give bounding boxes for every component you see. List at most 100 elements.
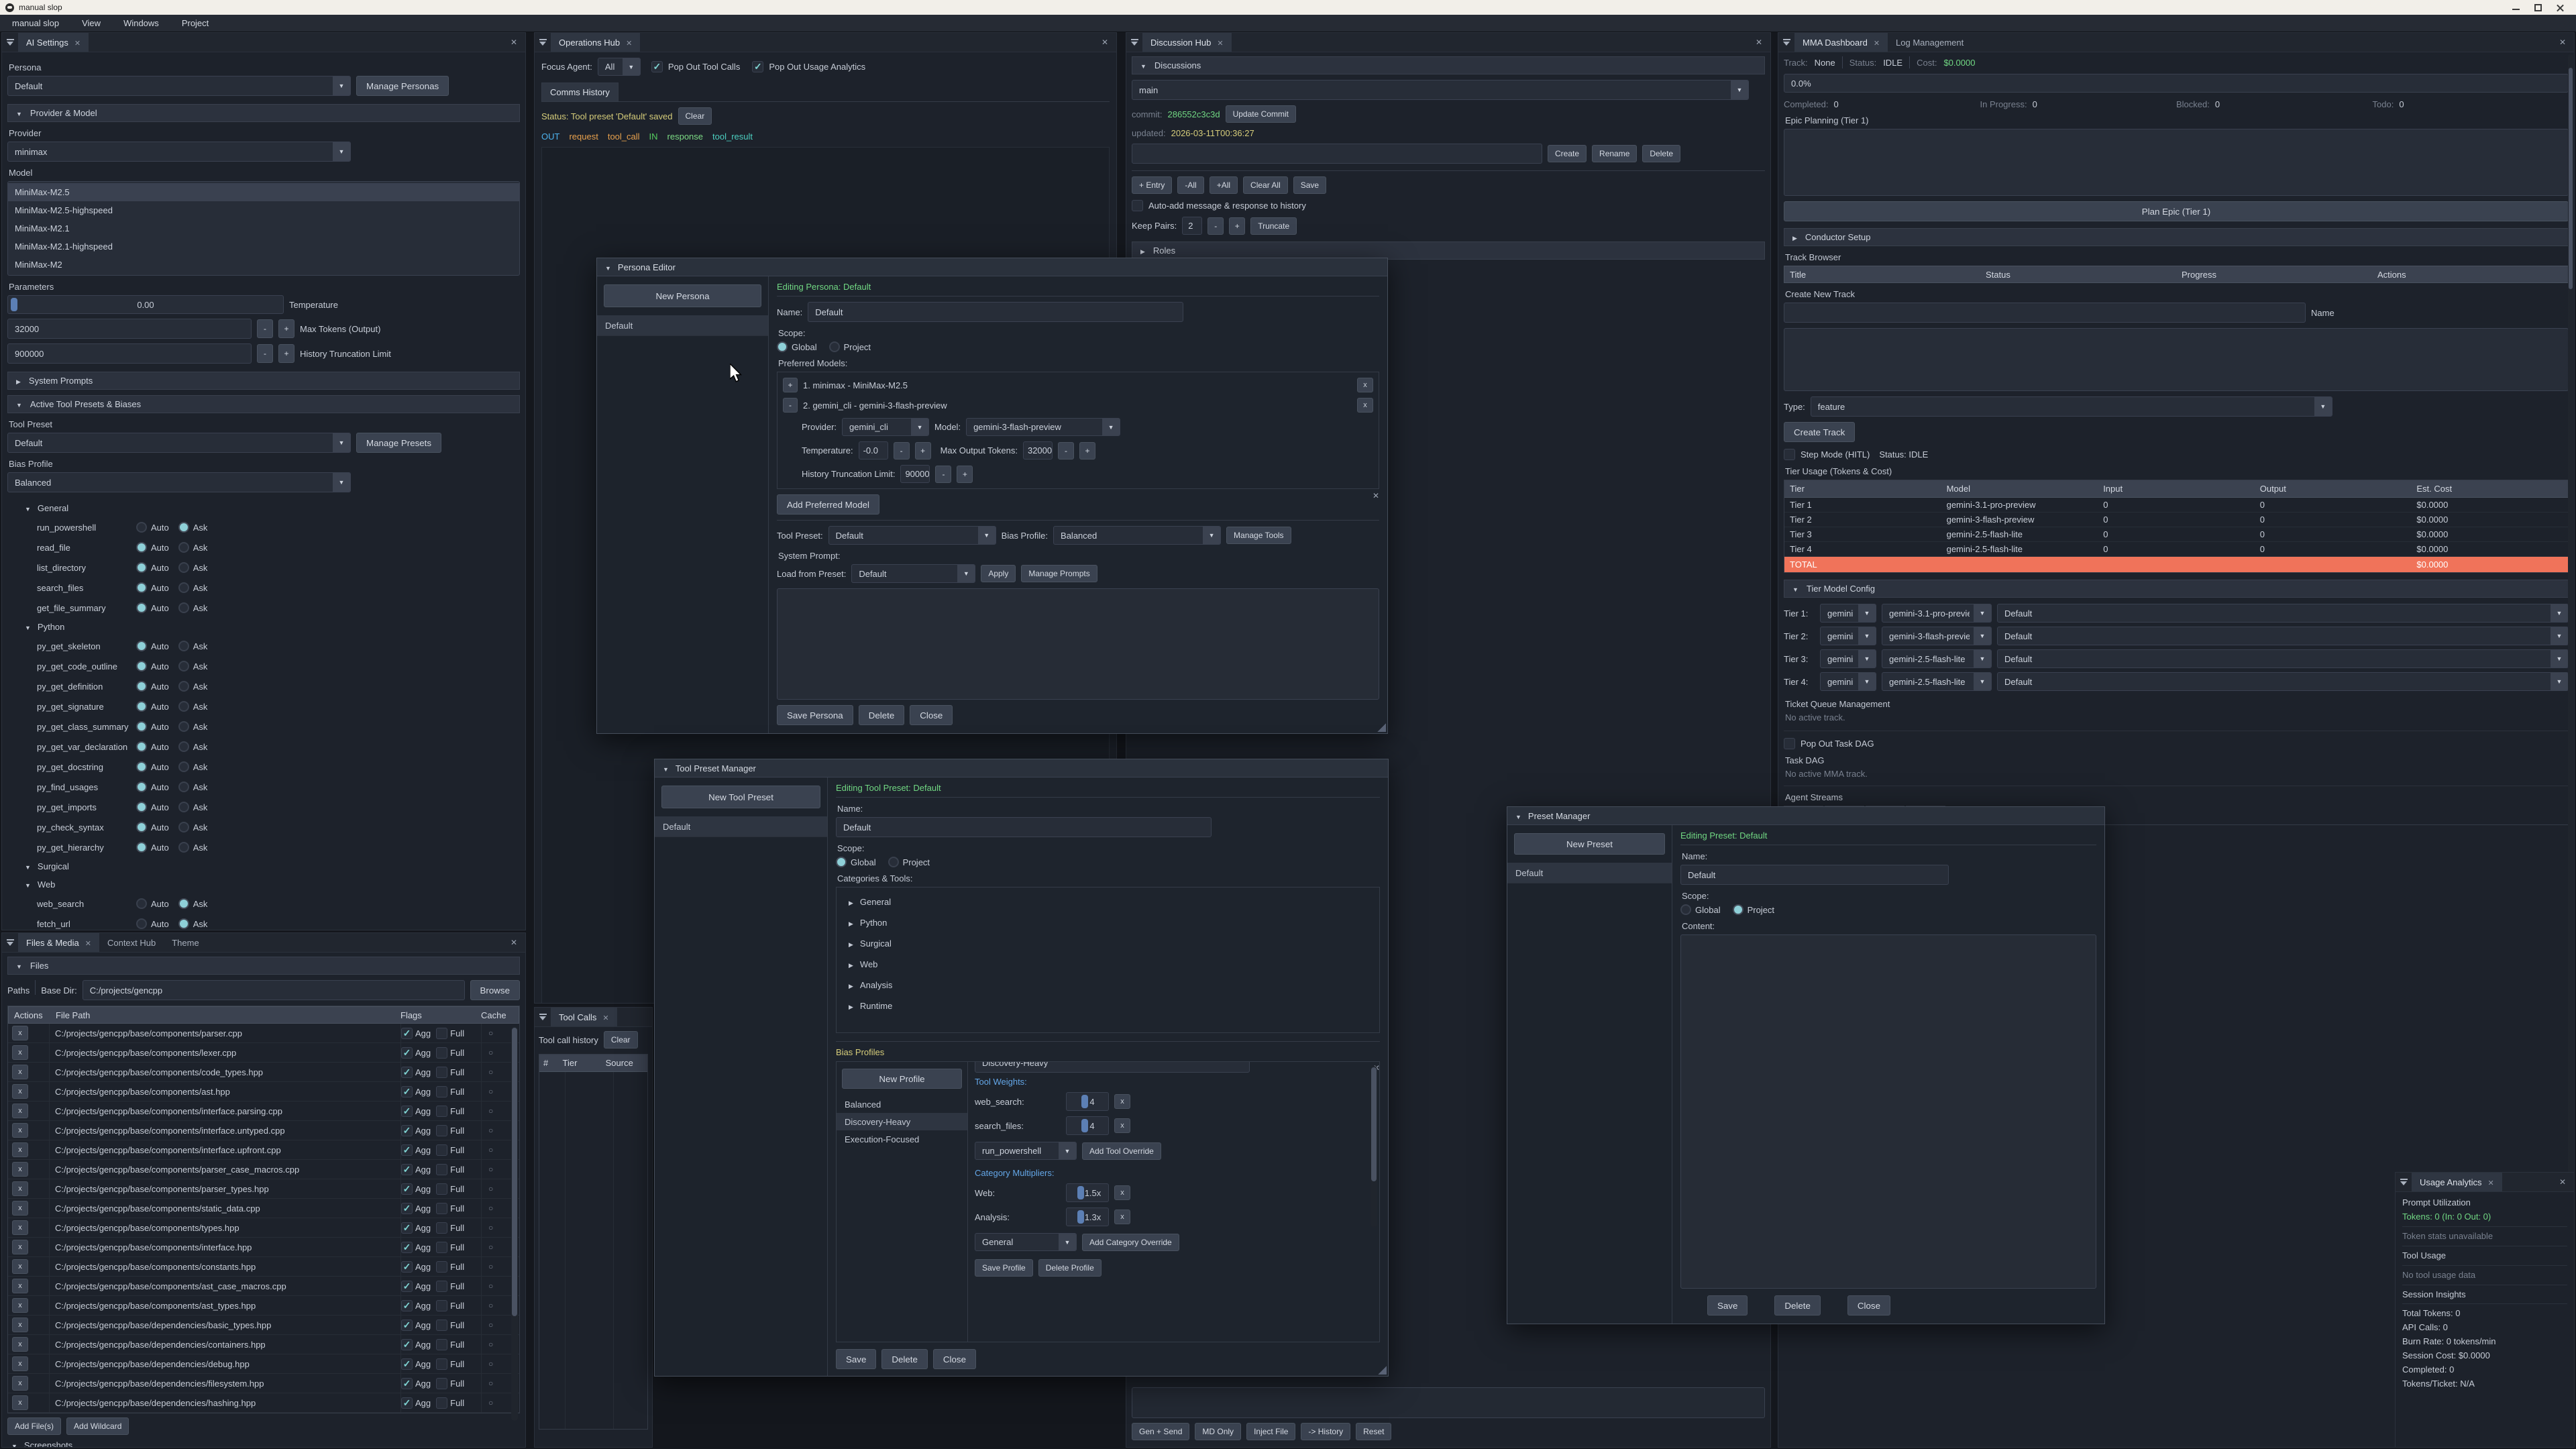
tier-preset-select[interactable]: Default [1997,627,2569,645]
remove-file-button[interactable] [12,1318,28,1332]
tool-preset-list-item[interactable]: Default [655,816,827,837]
model-option[interactable]: MiniMax-M2.1 [8,219,519,237]
tpm-titlebar[interactable]: Tool Preset Manager [655,759,1388,777]
ask-radio[interactable] [178,802,189,812]
ask-radio[interactable] [178,822,189,833]
category-row[interactable]: Runtime [837,996,1379,1016]
pe-temperature-input[interactable]: -0.0 [859,441,888,460]
scope-project-radio[interactable] [829,341,840,352]
remove-file-button[interactable] [12,1337,28,1352]
tab-close-icon[interactable] [74,38,80,48]
weight-slider[interactable]: 4 [1066,1116,1109,1135]
ask-radio[interactable] [178,661,189,672]
conductor-setup-header[interactable]: Conductor Setup [1784,228,2569,246]
tier-preset-select[interactable]: Default [1997,604,2569,623]
model-option[interactable]: MiniMax-M2 [8,256,519,274]
files-scrollbar[interactable] [511,1026,518,1421]
tab-usage-analytics[interactable]: Usage Analytics [2412,1173,2502,1191]
remove-file-button[interactable] [12,1084,28,1099]
keep-pairs-input[interactable]: 2 [1182,217,1202,235]
agg-checkbox[interactable] [401,1320,413,1331]
pe-max-tokens-input[interactable]: 32000 [1023,441,1053,460]
pe-bias-select[interactable]: Balanced [1053,526,1221,545]
tier-model-select[interactable]: gemini-2.5-flash-lite [1882,649,1992,668]
increment-button[interactable]: + [915,442,931,460]
remove-model-button[interactable] [1357,378,1373,392]
panel-close-icon[interactable] [1756,33,1762,52]
tab-context-hub[interactable]: Context Hub [99,933,164,952]
full-checkbox[interactable] [436,1203,447,1214]
remove-file-button[interactable] [12,1298,28,1313]
persona-name-input[interactable]: Default [808,302,1183,322]
category-row[interactable]: Python [837,912,1379,933]
ask-radio[interactable] [178,602,189,613]
remove-model-button[interactable] [1357,398,1373,413]
tab-tool-calls[interactable]: Tool Calls [551,1008,617,1026]
increment-button[interactable]: + [278,319,294,338]
full-checkbox[interactable] [436,1106,447,1117]
agg-checkbox[interactable] [401,1164,413,1175]
auto-radio[interactable] [136,842,147,853]
manage-prompts-button[interactable]: Manage Prompts [1021,565,1097,582]
new-profile-button[interactable]: New Profile [842,1069,962,1089]
full-checkbox[interactable] [436,1300,447,1311]
full-checkbox[interactable] [436,1339,447,1350]
tier-provider-select[interactable]: gemini [1820,649,1876,668]
full-checkbox[interactable] [436,1125,447,1136]
save-persona-button[interactable]: Save Persona [777,705,853,725]
composer-action-button[interactable]: MD Only [1195,1423,1241,1440]
agg-checkbox[interactable] [401,1203,413,1214]
close-tpm-button[interactable]: Close [933,1349,976,1369]
entry-action-button[interactable]: -All [1177,176,1203,194]
bias-profile-select[interactable]: Balanced [7,472,351,492]
ask-radio[interactable] [178,562,189,573]
auto-radio[interactable] [136,542,147,553]
full-checkbox[interactable] [436,1378,447,1389]
composer-action-button[interactable]: -> History [1301,1423,1350,1440]
remove-file-button[interactable] [12,1045,28,1060]
ask-radio[interactable] [178,582,189,593]
increment-button[interactable]: + [1229,217,1245,235]
agg-checkbox[interactable] [401,1242,413,1253]
active-presets-header[interactable]: Active Tool Presets & Biases [7,395,520,413]
full-checkbox[interactable] [436,1397,447,1409]
category-row[interactable]: Web [837,954,1379,975]
agg-checkbox[interactable] [401,1358,413,1370]
pane-menu-icon[interactable] [1126,33,1142,52]
ask-radio[interactable] [178,842,189,853]
tool-group-header[interactable]: Python [7,618,520,636]
agg-checkbox[interactable] [401,1106,413,1117]
maximize-icon[interactable] [2534,4,2542,11]
delete-profile-button[interactable]: Delete Profile [1038,1259,1102,1277]
preset-content-textarea[interactable] [1680,934,2096,1289]
minimize-icon[interactable] [2512,4,2520,11]
agg-checkbox[interactable] [401,1222,413,1234]
pe-provider-select[interactable]: gemini_cli [842,418,929,436]
remove-file-button[interactable] [12,1162,28,1177]
auto-radio[interactable] [136,641,147,651]
manage-presets-button[interactable]: Manage Presets [356,433,441,453]
message-input[interactable] [1132,1387,1765,1418]
remove-file-button[interactable] [12,1356,28,1371]
max-tokens-input[interactable]: 32000 [7,319,252,339]
auto-radio[interactable] [136,602,147,613]
plan-epic-button[interactable]: Plan Epic (Tier 1) [1784,201,2569,221]
tab-files-media[interactable]: Files & Media [18,933,99,952]
tab-close-icon[interactable] [1217,38,1223,48]
discussion-select[interactable]: main [1132,80,1749,100]
remove-file-button[interactable] [12,1395,28,1410]
scope-global-radio[interactable] [777,341,788,352]
scope-project-radio[interactable] [888,857,899,867]
agg-checkbox[interactable] [401,1125,413,1136]
profile-name-input[interactable]: Discovery-Heavy [975,1062,1250,1073]
slider-handle[interactable] [1081,1119,1088,1132]
auto-radio[interactable] [136,562,147,573]
remove-weight-button[interactable] [1114,1094,1130,1109]
decrement-button[interactable]: - [1208,217,1224,235]
tier-model-select[interactable]: gemini-3-flash-preview [1882,627,1992,645]
full-checkbox[interactable] [436,1183,447,1195]
track-name-input[interactable] [1784,303,2306,323]
delete-persona-button[interactable]: Delete [859,705,905,725]
slider-handle[interactable] [11,298,17,311]
track-description-textarea[interactable] [1784,328,2569,391]
